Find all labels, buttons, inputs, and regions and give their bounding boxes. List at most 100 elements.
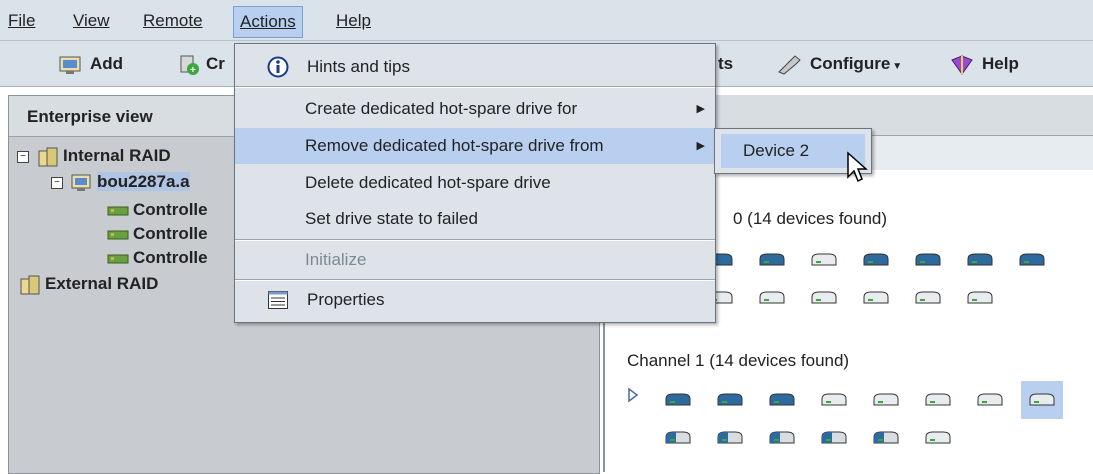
drive-icon[interactable] <box>913 251 943 269</box>
add-button[interactable]: Add <box>58 52 123 76</box>
menu-item-set-failed-label: Set drive state to failed <box>305 209 478 228</box>
menu-remote-label: Remote <box>143 11 203 30</box>
collapse-icon[interactable]: − <box>17 150 29 163</box>
menu-actions-label: Actions <box>240 12 296 31</box>
channel-1-label: Channel 1 (14 devices found) <box>627 351 850 370</box>
menu-item-hints[interactable]: Hints and tips <box>235 49 715 85</box>
submenu-arrow-icon: ▶ <box>696 103 705 115</box>
submenu-item-device-2[interactable]: Device 2 <box>721 134 865 168</box>
tree-internal-raid-label: Internal RAID <box>63 146 171 165</box>
create-icon: + <box>180 55 199 76</box>
menu-item-remove-hotspare-label: Remove dedicated hot-spare drive from <box>305 136 604 155</box>
enterprise-view-title: Enterprise view <box>27 107 153 126</box>
controller-card-icon <box>107 254 129 264</box>
configure-icon <box>778 54 801 75</box>
mouse-pointer-icon <box>847 151 868 183</box>
building-icon <box>20 275 40 295</box>
channel-0-label: 0 (14 devices found) <box>733 209 888 228</box>
menu-item-delete-hotspare-label: Delete dedicated hot-spare drive <box>305 173 551 192</box>
menu-item-create-hotspare[interactable]: Create dedicated hot-spare drive for ▶ <box>235 91 715 127</box>
server-icon <box>71 174 91 191</box>
menu-item-properties-label: Properties <box>307 290 385 309</box>
drive-icon[interactable] <box>767 429 797 447</box>
menu-item-initialize-label: Initialize <box>305 250 367 269</box>
menu-view-label: View <box>73 11 110 30</box>
tree-host[interactable]: − bou2287a.a <box>51 172 190 193</box>
menu-item-initialize: Initialize <box>235 242 715 278</box>
drive-icon[interactable] <box>809 251 839 269</box>
drive-icon[interactable] <box>923 429 953 447</box>
menu-file[interactable]: File <box>8 9 35 33</box>
add-server-icon <box>59 56 81 74</box>
tree-external-raid-label: External RAID <box>45 274 159 293</box>
tree-host-label: bou2287a.a <box>97 172 190 191</box>
menu-item-set-failed[interactable]: Set drive state to failed <box>235 201 715 237</box>
help-book-icon <box>951 54 973 75</box>
collapse-icon[interactable]: − <box>51 176 63 189</box>
drive-icon[interactable] <box>809 289 839 307</box>
menu-actions[interactable]: Actions <box>233 6 303 38</box>
drive-icon[interactable] <box>1027 391 1057 409</box>
create-button-label: Cr <box>206 54 225 73</box>
building-icon <box>38 147 58 167</box>
tree-internal-raid[interactable]: − Internal RAID <box>17 146 171 167</box>
configure-dropdown-icon[interactable]: ▼ <box>892 61 902 72</box>
help-button[interactable]: Help <box>948 52 1019 76</box>
channel-1-expand-icon[interactable] <box>627 387 639 403</box>
menu-remote[interactable]: Remote <box>143 9 203 33</box>
menu-item-create-hotspare-label: Create dedicated hot-spare drive for <box>305 99 578 118</box>
menu-item-delete-hotspare[interactable]: Delete dedicated hot-spare drive <box>235 165 715 201</box>
events-button-label: ts <box>718 54 734 73</box>
menu-help-label: Help <box>336 11 371 30</box>
drive-icon[interactable] <box>663 391 693 409</box>
create-button[interactable]: + Cr <box>178 52 225 76</box>
events-button[interactable]: ts <box>718 52 733 76</box>
drive-icon[interactable] <box>1017 251 1047 269</box>
drive-icon[interactable] <box>767 391 797 409</box>
add-button-label: Add <box>90 54 124 73</box>
configure-button[interactable]: Configure ▼ <box>776 52 902 76</box>
actions-dropdown-menu: Hints and tips Create dedicated hot-spar… <box>234 43 716 323</box>
drive-icon[interactable] <box>965 251 995 269</box>
menu-separator <box>235 239 715 241</box>
drive-icon[interactable] <box>819 429 849 447</box>
menu-item-properties[interactable]: Properties <box>235 282 715 318</box>
tree-controller-2-label: Controlle <box>133 224 208 243</box>
drive-icon[interactable] <box>757 289 787 307</box>
controller-card-icon <box>107 206 129 216</box>
drive-icon[interactable] <box>913 289 943 307</box>
svg-text:+: + <box>190 65 196 76</box>
drive-icon[interactable] <box>861 289 891 307</box>
configure-button-label: Configure <box>810 54 891 73</box>
drive-icon[interactable] <box>871 391 901 409</box>
tree-controller-3-label: Controlle <box>133 248 208 267</box>
tree-controller-1[interactable]: Controlle <box>107 200 208 220</box>
drive-icon[interactable] <box>965 289 995 307</box>
properties-list-icon <box>268 291 288 309</box>
menu-view[interactable]: View <box>73 9 110 33</box>
menu-separator <box>235 279 715 281</box>
menu-help[interactable]: Help <box>336 9 371 33</box>
drive-icon[interactable] <box>819 391 849 409</box>
drive-icon[interactable] <box>715 391 745 409</box>
menu-item-hints-label: Hints and tips <box>307 57 410 76</box>
menu-separator <box>235 86 715 88</box>
help-button-label: Help <box>982 54 1019 73</box>
drive-icon[interactable] <box>861 251 891 269</box>
submenu-arrow-icon: ▶ <box>696 140 705 152</box>
submenu-item-device-2-label: Device 2 <box>743 141 810 160</box>
drive-icon[interactable] <box>663 429 693 447</box>
drive-icon[interactable] <box>715 429 745 447</box>
menu-bar: File View Remote Actions Help <box>0 0 1093 41</box>
tree-external-raid[interactable]: External RAID <box>19 274 158 295</box>
drive-icon[interactable] <box>757 251 787 269</box>
controller-card-icon <box>107 230 129 240</box>
info-icon <box>267 56 289 78</box>
drive-icon[interactable] <box>871 429 901 447</box>
drive-icon[interactable] <box>923 391 953 409</box>
menu-item-remove-hotspare[interactable]: Remove dedicated hot-spare drive from ▶ <box>235 128 715 164</box>
menu-file-label: File <box>8 11 36 30</box>
tree-controller-2[interactable]: Controlle <box>107 224 208 244</box>
drive-icon[interactable] <box>975 391 1005 409</box>
tree-controller-3[interactable]: Controlle <box>107 248 208 268</box>
